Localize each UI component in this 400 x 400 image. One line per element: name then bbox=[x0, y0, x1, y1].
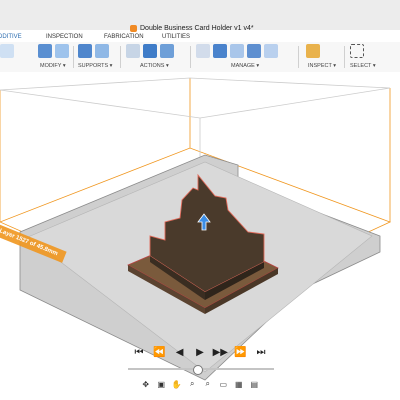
rewind-button[interactable]: ⏪ bbox=[150, 347, 168, 358]
look-icon[interactable]: ▣ bbox=[156, 380, 168, 389]
view-icon[interactable]: ▤ bbox=[249, 380, 261, 389]
scene-canvas[interactable] bbox=[0, 0, 400, 400]
navigation-bar: ✥ ▣ ✋ ⌕ ⌕ ▭ ▦ ▤ bbox=[140, 378, 260, 390]
orbit-icon[interactable]: ✥ bbox=[140, 380, 152, 389]
play-button[interactable]: ▶ bbox=[191, 347, 209, 358]
step-forward-button[interactable]: ▶▶ bbox=[211, 347, 229, 358]
fast-forward-button[interactable]: ⏩ bbox=[232, 347, 250, 358]
playback-controls: ⏮ ⏪ ◀ ▶ ▶▶ ⏩ ⏭ bbox=[130, 342, 270, 362]
skip-start-button[interactable]: ⏮ bbox=[130, 347, 148, 358]
layer-slider[interactable] bbox=[128, 365, 274, 375]
hand-icon[interactable]: ✋ bbox=[171, 380, 183, 389]
zoom-icon[interactable]: ⌕ bbox=[187, 379, 199, 389]
grid-icon[interactable]: ▦ bbox=[233, 380, 245, 389]
display-icon[interactable]: ▭ bbox=[218, 380, 230, 389]
skip-end-button[interactable]: ⏭ bbox=[252, 347, 270, 358]
fit-icon[interactable]: ⌕ bbox=[202, 379, 214, 389]
step-back-button[interactable]: ◀ bbox=[171, 347, 189, 358]
